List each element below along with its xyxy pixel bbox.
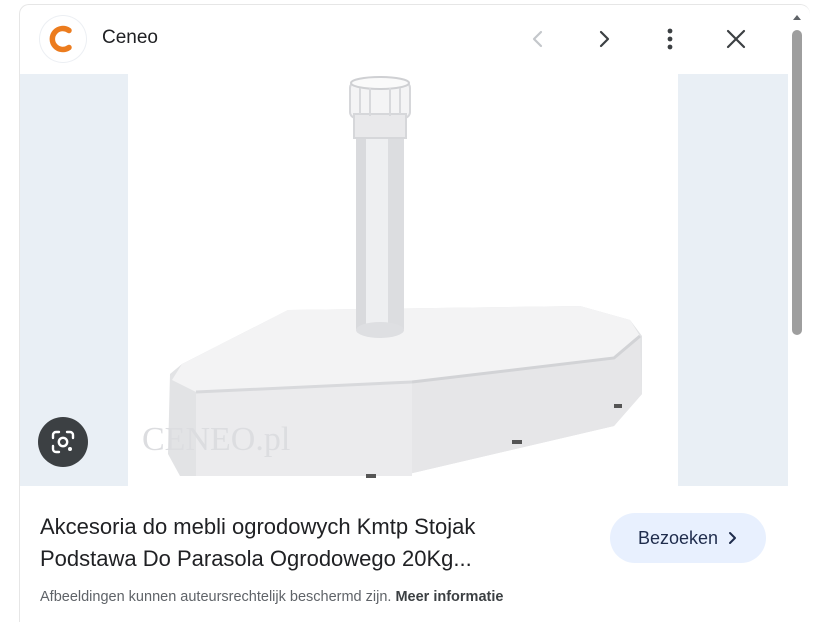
close-button[interactable] xyxy=(718,21,754,57)
close-icon xyxy=(726,29,746,49)
site-favicon[interactable] xyxy=(40,16,86,62)
image-preview-panel: Ceneo CENEO.pl Akcesoria do mebli ogrodo… xyxy=(19,4,810,622)
copyright-notice-text: Afbeeldingen kunnen auteursrechtelijk be… xyxy=(40,589,392,605)
previous-button[interactable] xyxy=(520,21,556,57)
google-lens-icon xyxy=(51,430,75,454)
result-title-line-2: Podstawa Do Parasola Ogrodowego 20Kg... xyxy=(40,546,472,571)
preview-image[interactable]: CENEO.pl xyxy=(20,74,788,486)
site-name[interactable]: Ceneo xyxy=(102,27,158,49)
chevron-right-icon xyxy=(729,532,737,544)
product-photo: CENEO.pl xyxy=(128,74,678,486)
result-title[interactable]: Akcesoria do mebli ogrodowych Kmtp Stoja… xyxy=(40,511,600,575)
copyright-notice: Afbeeldingen kunnen auteursrechtelijk be… xyxy=(40,589,503,605)
more-info-link[interactable]: Meer informatie xyxy=(395,589,503,605)
visit-button-label: Bezoeken xyxy=(637,527,719,548)
next-button[interactable] xyxy=(586,21,622,57)
visit-button[interactable]: Bezoeken xyxy=(610,513,766,563)
scrollbar-thumb[interactable] xyxy=(792,30,802,335)
preview-header: Ceneo xyxy=(20,5,810,75)
more-vert-icon xyxy=(667,28,673,50)
chevron-right-icon xyxy=(599,30,610,48)
google-lens-button[interactable] xyxy=(38,417,88,467)
ceneo-logo-icon xyxy=(49,25,72,53)
scroll-up-arrow-icon[interactable] xyxy=(790,10,804,24)
chevron-left-icon xyxy=(532,30,543,48)
result-title-line-1: Akcesoria do mebli ogrodowych Kmtp Stoja… xyxy=(40,514,476,539)
more-options-button[interactable] xyxy=(652,21,688,57)
watermark: CENEO.pl xyxy=(142,421,290,458)
